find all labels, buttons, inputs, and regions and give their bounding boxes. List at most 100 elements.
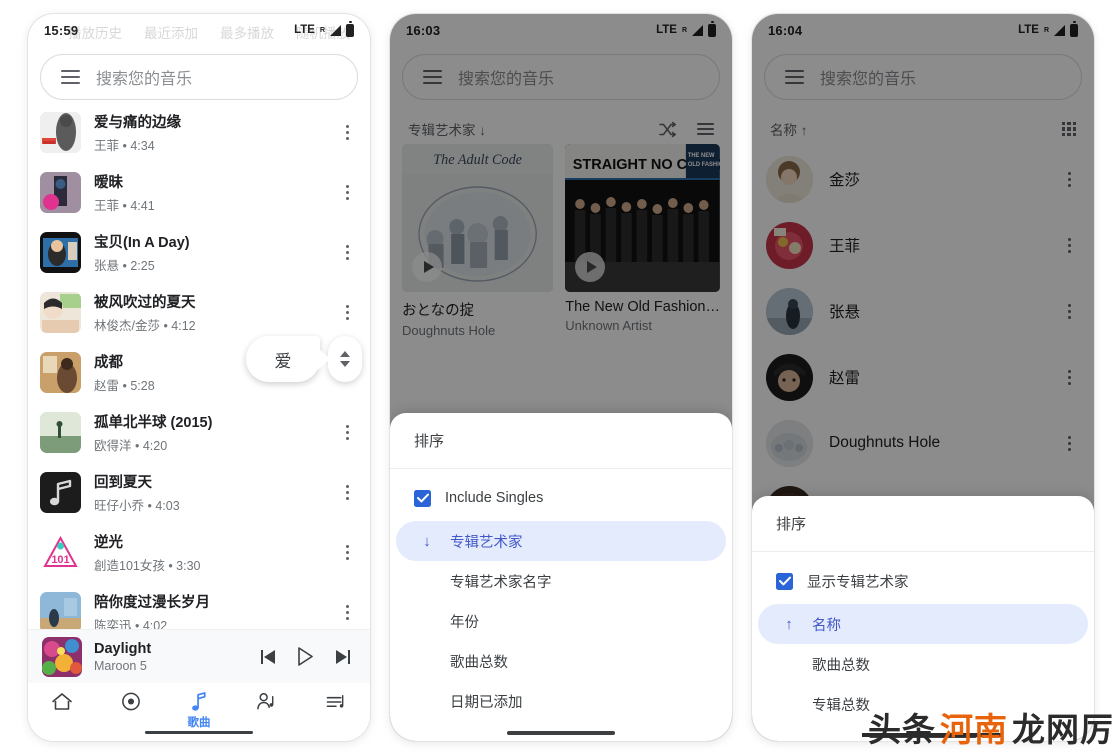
phone1-screen: 播放历史 最近添加 最多播放 随机播放 15:59 LTE R 搜索您的音乐 爱… — [28, 14, 370, 741]
sort-option-label: 专辑艺术家 — [450, 534, 523, 551]
song-artwork — [40, 411, 81, 453]
nav-item-artists[interactable] — [233, 691, 301, 714]
menu-icon[interactable] — [61, 70, 80, 84]
network-label: LTE — [294, 24, 315, 36]
sort-option[interactable]: 歌曲总数 — [396, 641, 726, 681]
song-overflow-menu-icon[interactable] — [338, 484, 356, 500]
song-row[interactable]: 爱与痛的边缘 王菲 • 4:34 — [28, 102, 370, 162]
sort-option[interactable]: 年份 — [396, 601, 726, 641]
song-text: 爱与痛的边缘 王菲 • 4:34 — [94, 111, 325, 154]
now-playing-artwork — [42, 636, 82, 677]
song-overflow-menu-icon[interactable] — [338, 544, 356, 560]
song-title: 被风吹过的夏天 — [94, 294, 196, 311]
next-button[interactable] — [336, 649, 350, 664]
song-title: 回到夏天 — [94, 474, 152, 491]
song-row[interactable]: 暧昧 王菲 • 4:41 — [28, 162, 370, 222]
nav-item-songs[interactable]: 歌曲 — [165, 691, 233, 730]
show-album-artist-row[interactable]: 显示专辑艺术家 — [758, 558, 1088, 604]
song-overflow-menu-icon[interactable] — [338, 184, 356, 200]
sort-direction-icon: ↓ — [423, 532, 431, 550]
song-overflow-menu-icon[interactable] — [338, 304, 356, 320]
song-overflow-menu-icon[interactable] — [338, 124, 356, 140]
sort-option[interactable]: ↓ 专辑艺术家 — [396, 521, 726, 561]
home-indicator — [145, 730, 253, 734]
search-bar[interactable]: 搜索您的音乐 — [40, 54, 358, 100]
song-text: 逆光 創造101女孩 • 3:30 — [94, 531, 325, 574]
song-text: 被风吹过的夏天 林俊杰/金莎 • 4:12 — [94, 291, 325, 334]
sheet-title-3: 排序 — [752, 496, 1094, 552]
song-artwork — [40, 291, 81, 333]
watermark-part1: 头条 — [868, 710, 936, 749]
watermark: 头条 河南 龙网厉 — [868, 703, 1114, 751]
song-subtitle: 林俊杰/金莎 • 4:12 — [94, 318, 196, 333]
nav-label-songs: 歌曲 — [187, 717, 211, 729]
player-controls[interactable] — [261, 647, 356, 666]
roaming-label: R — [319, 26, 325, 34]
home-icon — [52, 693, 73, 710]
sort-option-label: 歌曲总数 — [450, 654, 508, 671]
play-button[interactable] — [297, 647, 314, 666]
sheet-options-2[interactable]: ↓ 专辑艺术家专辑艺术家名字 年份歌曲总数日期已添加 — [390, 521, 732, 721]
fast-scroll-thumb[interactable] — [328, 336, 362, 382]
song-artwork — [40, 231, 81, 273]
phone2-screen: 16:03 LTE R 搜索您的音乐 专辑艺术家 ↓ The Adult Cod… — [390, 14, 732, 741]
sort-option-label: 年份 — [450, 614, 479, 631]
song-title: 陪你度过漫长岁月 — [94, 594, 210, 611]
screenshot-stage: 播放历史 最近添加 最多播放 随机播放 15:59 LTE R 搜索您的音乐 爱… — [0, 0, 1120, 755]
signal-icon — [330, 24, 341, 36]
song-artwork — [40, 171, 81, 213]
song-artwork — [40, 351, 81, 393]
status-bar: 15:59 LTE R — [28, 14, 370, 46]
song-row[interactable]: 被风吹过的夏天 林俊杰/金莎 • 4:12 — [28, 282, 370, 342]
watermark-part3: 龙网厉 — [1012, 710, 1114, 749]
nav-item-albums[interactable] — [96, 691, 164, 714]
chevron-down-icon — [340, 361, 350, 367]
song-row[interactable]: 孤单北半球 (2015) 欧得洋 • 4:20 — [28, 402, 370, 462]
status-clock: 15:59 — [44, 22, 79, 38]
checkbox-checked-icon[interactable] — [414, 489, 431, 507]
song-title: 宝贝(In A Day) — [94, 234, 190, 251]
song-row[interactable]: 宝贝(In A Day) 张悬 • 2:25 — [28, 222, 370, 282]
sort-option-label: 日期已添加 — [450, 694, 523, 711]
song-subtitle: 王菲 • 4:34 — [94, 138, 155, 153]
now-playing-artist: Maroon 5 — [94, 658, 147, 673]
song-artwork — [40, 111, 81, 153]
sort-option-label: 专辑总数 — [812, 697, 870, 714]
checkbox-checked-icon[interactable] — [776, 572, 793, 590]
song-overflow-menu-icon[interactable] — [338, 604, 356, 620]
artist-icon — [257, 693, 274, 710]
song-row[interactable]: 101 逆光 創造101女孩 • 3:30 — [28, 522, 370, 582]
sort-option[interactable]: 歌曲总数 — [758, 644, 1088, 684]
song-overflow-menu-icon[interactable] — [338, 244, 356, 260]
daylight-cover-art — [42, 636, 82, 677]
sort-option-label: 名称 — [812, 617, 841, 634]
watermark-part2: 河南 — [940, 710, 1008, 749]
include-singles-row[interactable]: Include Singles — [396, 475, 726, 521]
song-overflow-menu-icon[interactable] — [338, 424, 356, 440]
fast-scroll[interactable]: 爱 — [246, 336, 362, 382]
search-placeholder: 搜索您的音乐 — [96, 71, 193, 88]
song-subtitle: 旺仔小乔 • 4:03 — [94, 498, 180, 513]
song-text: 暧昧 王菲 • 4:41 — [94, 171, 325, 214]
phone3-screen: 16:04 LTE R 搜索您的音乐 名称 ↑ 金莎 王菲 张悬 赵雷 Doug… — [752, 14, 1094, 741]
previous-button[interactable] — [261, 649, 275, 664]
home-indicator-2 — [507, 731, 615, 735]
song-title: 孤单北半球 (2015) — [94, 414, 213, 431]
song-row[interactable]: 回到夏天旺仔小乔 • 4:03 — [28, 462, 370, 522]
sort-option[interactable]: 专辑艺术家名字 — [396, 561, 726, 601]
mini-player[interactable]: Daylight Maroon 5 — [28, 629, 370, 683]
sort-option[interactable]: ↑ 名称 — [758, 604, 1088, 644]
song-subtitle: 张悬 • 2:25 — [94, 258, 155, 273]
phone-panel-artists: 16:04 LTE R 搜索您的音乐 名称 ↑ 金莎 王菲 张悬 赵雷 Doug… — [752, 14, 1094, 741]
sort-option[interactable]: 日期已添加 — [396, 681, 726, 721]
now-playing-text: Daylight Maroon 5 — [94, 641, 249, 673]
song-artwork: 101 — [40, 531, 81, 573]
song-text: 宝贝(In A Day) 张悬 • 2:25 — [94, 231, 325, 274]
sort-option-label: 专辑艺术家名字 — [450, 574, 552, 591]
song-subtitle: 欧得洋 • 4:20 — [94, 438, 168, 453]
sort-bottom-sheet-2[interactable]: 排序 Include Singles ↓ 专辑艺术家 专辑艺术家名字 年份 歌曲总数 日期… — [390, 413, 732, 741]
playlist-icon — [326, 695, 344, 708]
album-disc-icon — [121, 692, 140, 711]
nav-item-playlists[interactable] — [302, 691, 370, 714]
nav-item-home[interactable] — [28, 691, 96, 714]
